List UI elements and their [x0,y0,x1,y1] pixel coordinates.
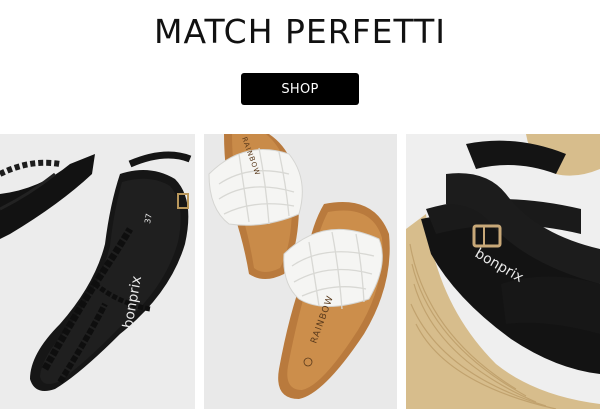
promo-headline: MATCH PERFETTI [153,12,447,51]
product-tile-espadrille-wedge[interactable]: bonprix [406,134,600,409]
product-tile-woven-slide[interactable]: RAINBOW RAINBOW [204,134,397,409]
shop-button[interactable]: SHOP [241,73,359,105]
product-tile-braided-sandal[interactable]: bonprix 37 [0,134,195,409]
braided-sandal-image: bonprix 37 [0,134,195,409]
woven-slide-image: RAINBOW RAINBOW [204,134,397,409]
espadrille-wedge-image: bonprix [406,134,600,409]
insole-size-text: 37 [143,213,154,225]
